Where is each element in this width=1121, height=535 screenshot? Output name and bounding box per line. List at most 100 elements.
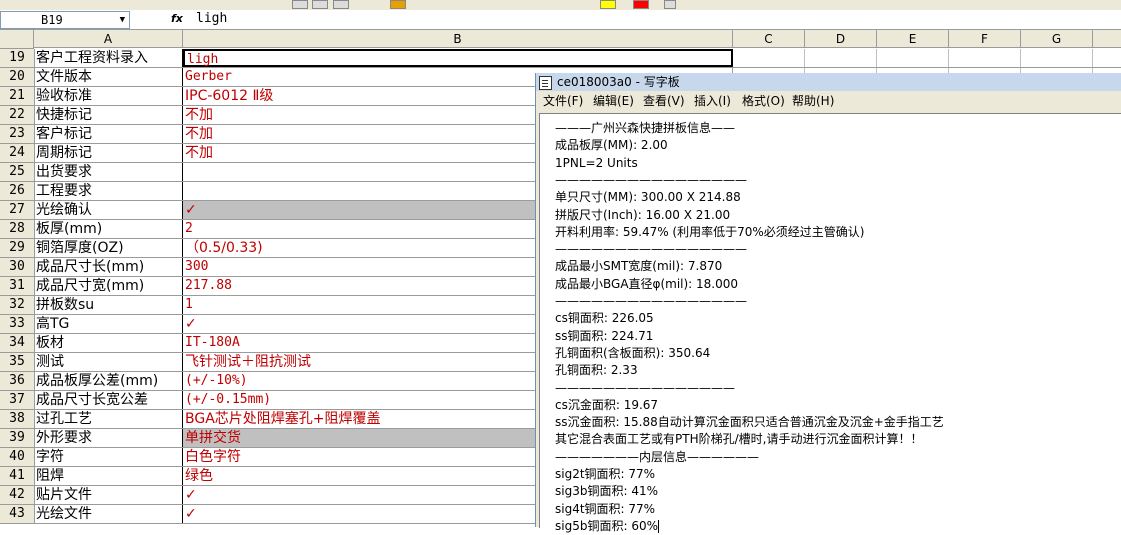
column-header-d[interactable]: D [805, 30, 877, 48]
column-header-h[interactable] [1093, 30, 1121, 48]
table-row: 19 客户工程资料录入 ligh [0, 49, 1121, 68]
document-line: ss铜面积: 224.71 [555, 328, 653, 345]
wordpad-document[interactable]: ———广州兴森快捷拼板信息—— 成品板厚(MM): 2.00 1PNL=2 Unit… [539, 113, 1121, 533]
name-box[interactable]: B19 ▼ [0, 11, 130, 29]
row-header[interactable]: 37 [0, 391, 35, 409]
document-line: ———————————————— [555, 241, 747, 258]
row-header[interactable]: 35 [0, 353, 35, 371]
row-header[interactable]: 39 [0, 429, 35, 447]
cell-a[interactable]: 字符 [34, 448, 183, 466]
cell-a[interactable]: 光绘确认 [34, 201, 183, 219]
cell-a[interactable]: 快捷标记 [34, 106, 183, 124]
cell-a[interactable]: 客户标记 [34, 125, 183, 143]
column-header-f[interactable]: F [949, 30, 1021, 48]
cell-a[interactable]: 成品尺寸长(mm) [34, 258, 183, 276]
row-header[interactable]: 26 [0, 182, 35, 200]
menu-insert[interactable]: 插入(I) [694, 92, 731, 110]
document-line: ———————————————— [555, 172, 747, 189]
row-header[interactable]: 38 [0, 410, 35, 428]
cell-a[interactable]: 过孔工艺 [34, 410, 183, 428]
cell-a[interactable]: 铜箔厚度(OZ) [34, 239, 183, 257]
selected-cell[interactable]: ligh [183, 49, 733, 67]
chevron-down-icon[interactable]: ▼ [120, 12, 125, 28]
wordpad-window: ce018003a0 - 写字板 文件(F) 编辑(E) 查看(V) 插入(I)… [535, 73, 1121, 533]
cell-a[interactable]: 贴片文件 [34, 486, 183, 504]
row-header[interactable]: 29 [0, 239, 35, 257]
align-center-icon[interactable] [312, 0, 328, 9]
cell-a[interactable]: 出货要求 [34, 163, 183, 181]
document-line-text: sig2t铜面积: 77% [555, 467, 656, 481]
row-header[interactable]: 31 [0, 277, 35, 295]
cell-a[interactable]: 验收标准 [34, 87, 183, 105]
formula-input[interactable]: ligh [196, 11, 1116, 27]
document-line-text: ss沉金面积: 15.88自动计算沉金面积只适合普通沉金及沉金+金手指工艺 [555, 415, 944, 430]
cell-a[interactable]: 周期标记 [34, 144, 183, 162]
cell-a[interactable]: 成品板厚公差(mm) [34, 372, 183, 390]
row-header[interactable]: 43 [0, 505, 35, 523]
row-header[interactable]: 22 [0, 106, 35, 124]
text-caret [658, 519, 659, 533]
row-header[interactable]: 27 [0, 201, 35, 219]
select-all-corner[interactable] [0, 30, 34, 49]
column-header-e[interactable]: E [877, 30, 949, 48]
empty-cell[interactable] [877, 49, 949, 67]
align-right-icon[interactable] [333, 0, 349, 9]
cell-a[interactable]: 板材 [34, 334, 183, 352]
row-header[interactable]: 33 [0, 315, 35, 333]
menu-format[interactable]: 格式(O) [742, 92, 785, 110]
cell-a[interactable]: 阻焊 [34, 467, 183, 485]
cell-a[interactable]: 成品尺寸宽(mm) [34, 277, 183, 295]
empty-cell[interactable] [805, 49, 877, 67]
cell-a[interactable]: 工程要求 [34, 182, 183, 200]
column-header-c[interactable]: C [733, 30, 805, 48]
cell-a[interactable]: 高TG [34, 315, 183, 333]
document-line-text: cs沉金面积: 19.67 [555, 397, 659, 412]
document-line: sig2t铜面积: 77% [555, 466, 655, 483]
row-header[interactable]: 25 [0, 163, 35, 181]
menu-help[interactable]: 帮助(H) [792, 92, 834, 110]
cell-a[interactable]: 板厚(mm) [34, 220, 183, 238]
toolbar-options-icon[interactable] [664, 0, 676, 9]
row-header[interactable]: 34 [0, 334, 35, 352]
document-line: 单只尺寸(MM): 300.00 X 214.88 [555, 189, 741, 206]
row-header[interactable]: 36 [0, 372, 35, 390]
menu-file[interactable]: 文件(F) [543, 92, 583, 110]
cell-a[interactable]: 文件版本 [34, 68, 183, 86]
empty-cell[interactable] [733, 49, 805, 67]
cell-a[interactable]: 测试 [34, 353, 183, 371]
row-header[interactable]: 19 [0, 49, 35, 67]
document-line-text: ———广州兴森快捷拼板信息—— [555, 121, 736, 135]
row-header[interactable]: 32 [0, 296, 35, 314]
row-header[interactable]: 41 [0, 467, 35, 485]
row-header[interactable]: 30 [0, 258, 35, 276]
column-header-b[interactable]: B [183, 30, 733, 48]
font-color-icon[interactable] [633, 0, 649, 9]
row-header[interactable]: 42 [0, 486, 35, 504]
format-painter-icon[interactable] [390, 0, 406, 9]
row-header[interactable]: 20 [0, 68, 35, 86]
row-header[interactable]: 24 [0, 144, 35, 162]
column-header-g[interactable]: G [1021, 30, 1093, 48]
cell-a[interactable]: 客户工程资料录入 [34, 49, 183, 67]
document-line: ———广州兴森快捷拼板信息—— [555, 120, 735, 137]
wordpad-title-bar[interactable]: ce018003a0 - 写字板 [536, 73, 1121, 91]
function-icon[interactable]: fx [171, 12, 183, 25]
fill-color-icon[interactable] [600, 0, 616, 9]
document-line: 孔铜面积: 2.33 [555, 362, 638, 379]
row-header[interactable]: 23 [0, 125, 35, 143]
align-left-icon[interactable] [292, 0, 308, 9]
empty-cell[interactable] [1021, 49, 1093, 67]
menu-edit[interactable]: 编辑(E) [593, 92, 634, 110]
cell-a[interactable]: 外形要求 [34, 429, 183, 447]
empty-cell[interactable] [949, 49, 1021, 67]
row-header[interactable]: 21 [0, 87, 35, 105]
document-line: 成品最小BGA直径φ(mil): 18.000 [555, 276, 738, 293]
column-header-a[interactable]: A [34, 30, 183, 48]
cell-a[interactable]: 拼板数su [34, 296, 183, 314]
row-header[interactable]: 40 [0, 448, 35, 466]
document-line: sig4t铜面积: 77% [555, 501, 655, 518]
cell-a[interactable]: 成品尺寸长宽公差 [34, 391, 183, 409]
cell-a[interactable]: 光绘文件 [34, 505, 183, 523]
menu-view[interactable]: 查看(V) [643, 92, 685, 110]
row-header[interactable]: 28 [0, 220, 35, 238]
